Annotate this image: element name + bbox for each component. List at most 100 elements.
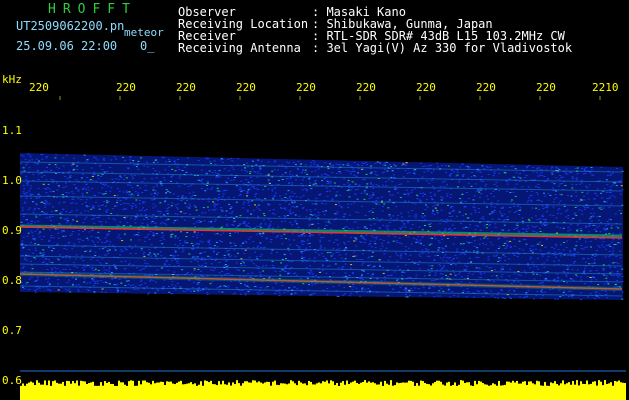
noise-speck xyxy=(558,202,561,204)
noise-speck xyxy=(357,168,360,170)
noise-speck xyxy=(602,241,605,243)
noise-speck xyxy=(600,208,603,210)
noise-speck xyxy=(159,181,162,183)
noise-speck xyxy=(344,263,347,265)
noise-speck xyxy=(180,231,183,233)
noise-speck xyxy=(171,259,174,261)
noise-speck xyxy=(93,156,96,158)
noise-speck xyxy=(253,171,256,173)
noise-speck xyxy=(252,247,255,248)
noise-speck xyxy=(512,191,515,193)
noise-speck xyxy=(365,227,368,229)
noise-speck xyxy=(26,162,29,164)
noise-column xyxy=(158,156,161,294)
noise-speck xyxy=(564,185,567,186)
noise-column xyxy=(587,166,590,300)
noise-speck xyxy=(610,271,613,273)
noise-speck xyxy=(181,196,184,198)
amplitude-bar xyxy=(124,384,126,400)
noise-speck xyxy=(390,274,393,276)
noise-speck xyxy=(342,164,345,166)
noise-speck xyxy=(82,169,84,171)
noise-speck xyxy=(249,236,252,238)
noise-speck xyxy=(43,212,46,214)
noise-speck xyxy=(86,206,89,208)
noise-speck xyxy=(499,259,502,261)
noise-speck xyxy=(463,206,466,208)
noise-speck xyxy=(193,223,196,225)
noise-speck xyxy=(193,255,196,257)
noise-speck xyxy=(245,225,248,227)
noise-speck xyxy=(321,264,324,266)
noise-speck xyxy=(526,191,529,192)
noise-speck xyxy=(263,215,266,217)
noise-speck xyxy=(190,290,193,292)
noise-speck xyxy=(472,199,475,201)
noise-column xyxy=(116,155,119,294)
noise-speck xyxy=(421,249,424,251)
noise-column xyxy=(182,156,185,295)
noise-speck xyxy=(184,242,186,244)
noise-speck xyxy=(610,227,613,229)
noise-speck xyxy=(441,273,444,275)
noise-speck xyxy=(432,210,434,212)
noise-speck xyxy=(363,227,366,229)
noise-speck xyxy=(188,289,191,291)
noise-speck xyxy=(275,283,278,284)
noise-speck xyxy=(285,201,288,203)
noise-speck xyxy=(325,259,328,261)
noise-speck xyxy=(497,238,500,240)
noise-speck xyxy=(238,189,241,191)
noise-speck xyxy=(116,202,119,204)
noise-speck xyxy=(433,235,436,237)
noise-speck xyxy=(470,176,473,178)
noise-speck xyxy=(105,240,108,242)
noise-column xyxy=(305,159,308,296)
noise-speck xyxy=(503,236,506,238)
noise-speck xyxy=(372,208,375,210)
noise-speck xyxy=(387,235,390,237)
noise-speck xyxy=(516,224,519,226)
noise-speck xyxy=(289,222,292,223)
amplitude-bar xyxy=(430,385,432,400)
noise-speck xyxy=(103,171,106,173)
noise-speck xyxy=(167,269,170,271)
noise-speck xyxy=(427,252,430,254)
noise-speck xyxy=(152,207,155,209)
noise-speck xyxy=(372,194,375,196)
amplitude-bar xyxy=(222,380,224,400)
noise-speck xyxy=(571,183,574,185)
noise-speck xyxy=(424,194,426,196)
noise-speck xyxy=(27,209,30,211)
noise-speck xyxy=(536,200,539,201)
noise-speck xyxy=(172,193,175,195)
noise-speck xyxy=(148,249,151,251)
noise-speck xyxy=(603,283,606,285)
noise-speck xyxy=(605,179,608,181)
noise-speck xyxy=(101,187,104,189)
noise-speck xyxy=(296,244,298,246)
noise-speck xyxy=(300,163,303,165)
noise-speck xyxy=(345,226,348,228)
noise-speck xyxy=(262,270,265,272)
amplitude-bar xyxy=(546,385,548,400)
noise-speck xyxy=(503,213,506,215)
amplitude-bar xyxy=(336,383,338,400)
noise-speck xyxy=(112,244,115,246)
noise-speck xyxy=(67,192,70,194)
noise-speck xyxy=(442,259,445,261)
noise-speck xyxy=(270,252,273,254)
noise-speck xyxy=(430,172,433,173)
noise-speck xyxy=(405,189,408,191)
amplitude-bar xyxy=(340,382,342,400)
noise-speck xyxy=(245,242,248,244)
amplitude-bar xyxy=(148,382,150,400)
noise-speck xyxy=(329,252,332,254)
noise-speck xyxy=(584,208,586,210)
noise-speck xyxy=(225,266,228,267)
noise-speck xyxy=(436,162,439,164)
noise-speck xyxy=(360,168,363,170)
noise-speck xyxy=(485,265,488,267)
noise-speck xyxy=(209,283,212,285)
amplitude-bar xyxy=(44,380,46,400)
